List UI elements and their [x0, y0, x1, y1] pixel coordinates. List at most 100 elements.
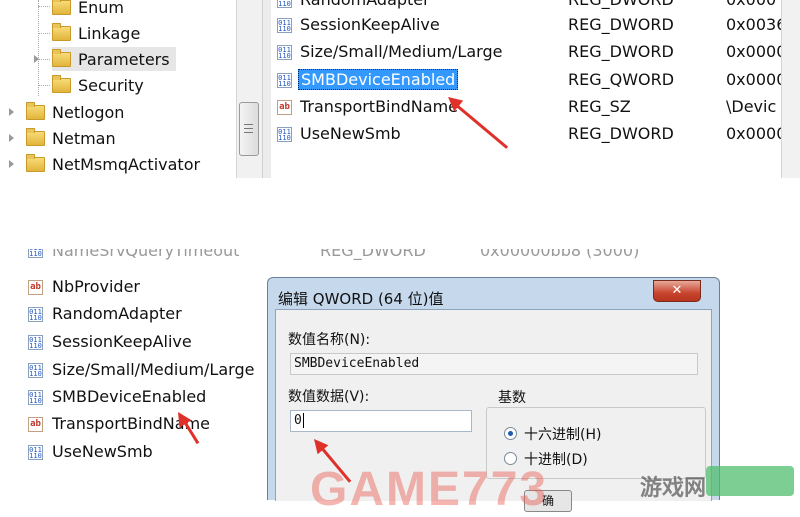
grip-icon [244, 132, 253, 133]
registry-values-list: 011110 RandomAdapter REG_DWORD 0x000 011… [271, 0, 800, 178]
string-value-icon: ab [28, 280, 43, 295]
value-row-transportbindname[interactable]: ab TransportBindName REG_SZ \Devic [271, 95, 800, 121]
radio-hex[interactable] [504, 427, 517, 440]
tree-item-label: Security [78, 75, 144, 95]
value-type: REG_QWORD [568, 70, 675, 89]
tree-item-label: Netman [52, 128, 116, 148]
tree-connector [38, 0, 39, 96]
tree-item-netlogon[interactable]: Netlogon [26, 100, 124, 124]
folder-icon [26, 153, 45, 172]
close-icon: ✕ [671, 283, 683, 298]
value-data-text: 0 [294, 413, 302, 428]
value-data: \Devic [726, 97, 777, 116]
value-name: UseNewSmb [300, 124, 401, 143]
expand-arrow-icon[interactable] [9, 160, 14, 168]
value-name: NbProvider [52, 277, 140, 296]
folder-icon [52, 74, 71, 93]
radio-hex-label[interactable]: 十六进制(H) [524, 424, 601, 444]
value-name: RandomAdapter [298, 0, 432, 9]
value-data: 0x0036 [726, 15, 787, 34]
value-type: REG_SZ [568, 97, 631, 116]
tree-item-label: NetMsmqActivator [52, 154, 201, 174]
value-data-label: 数值数据(V): [288, 389, 370, 405]
tree-item-label: Netlogon [52, 102, 125, 122]
value-name: TransportBindName [300, 97, 458, 116]
watermark-logo: GAME773 [310, 463, 549, 516]
value-type: REG_DWORD [568, 15, 674, 34]
tree-item-linkage[interactable]: Linkage [52, 21, 140, 45]
value-name: SessionKeepAlive [300, 15, 440, 34]
value-row-randomadapter[interactable]: 011110 RandomAdapter REG_DWORD 0x000 [271, 0, 800, 14]
value-row-smbdeviceenabled[interactable]: 011 110 SMBDeviceEnabled REG_QWORD 0x0000 [271, 68, 800, 94]
binary-value-icon: 011110 [277, 73, 292, 88]
binary-value-icon: 011110 [28, 445, 43, 460]
values-scrollbar[interactable] [781, 0, 800, 178]
tree-item-label: Linkage [78, 23, 141, 43]
registry-editor-top: Enum Linkage Parameters Security Netlogo… [0, 0, 800, 178]
binary-value-icon: 011110 [28, 390, 43, 405]
folder-icon [52, 22, 71, 41]
expand-arrow-icon[interactable] [34, 55, 39, 63]
value-name-label: 数值名称(N): [288, 332, 371, 348]
folder-icon [26, 101, 45, 120]
base-group-label: 基数 [498, 390, 526, 406]
value-name: RandomAdapter [52, 304, 182, 323]
value-type: REG_DWORD [568, 42, 674, 61]
value-name-field: SMBDeviceEnabled [290, 353, 698, 375]
value-row-usenewsmb[interactable]: 011 110 UseNewSmb REG_DWORD 0x0000 [271, 122, 800, 148]
expand-arrow-icon[interactable] [9, 108, 14, 116]
binary-value-icon: 011110 [277, 18, 292, 33]
text-caret [302, 413, 304, 428]
tree-connector [38, 85, 50, 86]
tree-item-label: Enum [78, 0, 124, 17]
value-name: SessionKeepAlive [52, 332, 192, 351]
string-value-icon: ab [277, 100, 292, 115]
value-name: UseNewSmb [52, 442, 153, 461]
binary-value-icon: 011110 [277, 0, 292, 8]
folder-icon [52, 0, 71, 15]
value-row-sessionkeepalive[interactable]: 011 110 SessionKeepAlive REG_DWORD 0x0036 [271, 13, 800, 39]
close-button[interactable]: ✕ [653, 280, 701, 302]
tree-item-netman[interactable]: Netman [26, 126, 116, 150]
dialog-title: 编辑 QWORD (64 位)值 [278, 290, 444, 308]
string-value-icon: ab [28, 417, 43, 432]
tree-item-security[interactable]: Security [52, 73, 144, 97]
grip-icon [244, 124, 253, 125]
binary-value-icon: 011110 [277, 127, 292, 142]
value-row-partial[interactable]: 011110 NameSrvQueryTimeout REG_DWORD 0x0… [28, 249, 748, 263]
value-data: 0x0000 [726, 42, 787, 61]
tree-connector [38, 33, 50, 34]
folder-icon [52, 48, 71, 67]
tree-connector [38, 59, 50, 60]
binary-value-icon: 011110 [28, 335, 43, 350]
value-data-input[interactable]: 0 [290, 410, 472, 432]
expand-arrow-icon[interactable] [9, 134, 14, 142]
value-data: 0x0000 [726, 124, 787, 143]
value-type: REG_DWORD [320, 249, 426, 260]
value-name: Size/Small/Medium/Large [300, 42, 503, 61]
value-name: SMBDeviceEnabled [52, 387, 207, 406]
value-name: Size/Small/Medium/Large [52, 360, 255, 379]
watermark-badge [706, 466, 794, 496]
binary-value-icon: 011110 [28, 363, 43, 378]
tree-item-netmsmqactivator[interactable]: NetMsmqActivator [26, 152, 200, 176]
value-data: 0x0000 [726, 70, 787, 89]
value-name-selected: SMBDeviceEnabled [298, 69, 459, 90]
registry-key-tree: Enum Linkage Parameters Security Netlogo… [0, 0, 262, 178]
value-name: NameSrvQueryTimeout [52, 249, 240, 260]
tree-item-parameters[interactable]: Parameters [52, 47, 176, 71]
value-type: REG_DWORD [568, 124, 674, 143]
grip-icon [244, 128, 253, 129]
value-name-text: SMBDeviceEnabled [294, 356, 420, 371]
value-row-size[interactable]: 011 110 Size/Small/Medium/Large REG_DWORD… [271, 40, 800, 66]
value-data: 0x000 [726, 0, 776, 9]
tree-connector [38, 6, 50, 7]
tree-item-enum[interactable]: Enum [52, 0, 124, 19]
value-data: 0x00000bb8 (3000) [480, 249, 640, 260]
value-type: REG_DWORD [568, 0, 674, 9]
tree-item-label: Parameters [78, 49, 170, 69]
binary-value-icon: 011110 [277, 45, 292, 60]
tree-scrollbar-thumb[interactable] [239, 102, 259, 156]
binary-value-icon: 011110 [28, 249, 43, 258]
folder-icon [26, 127, 45, 146]
